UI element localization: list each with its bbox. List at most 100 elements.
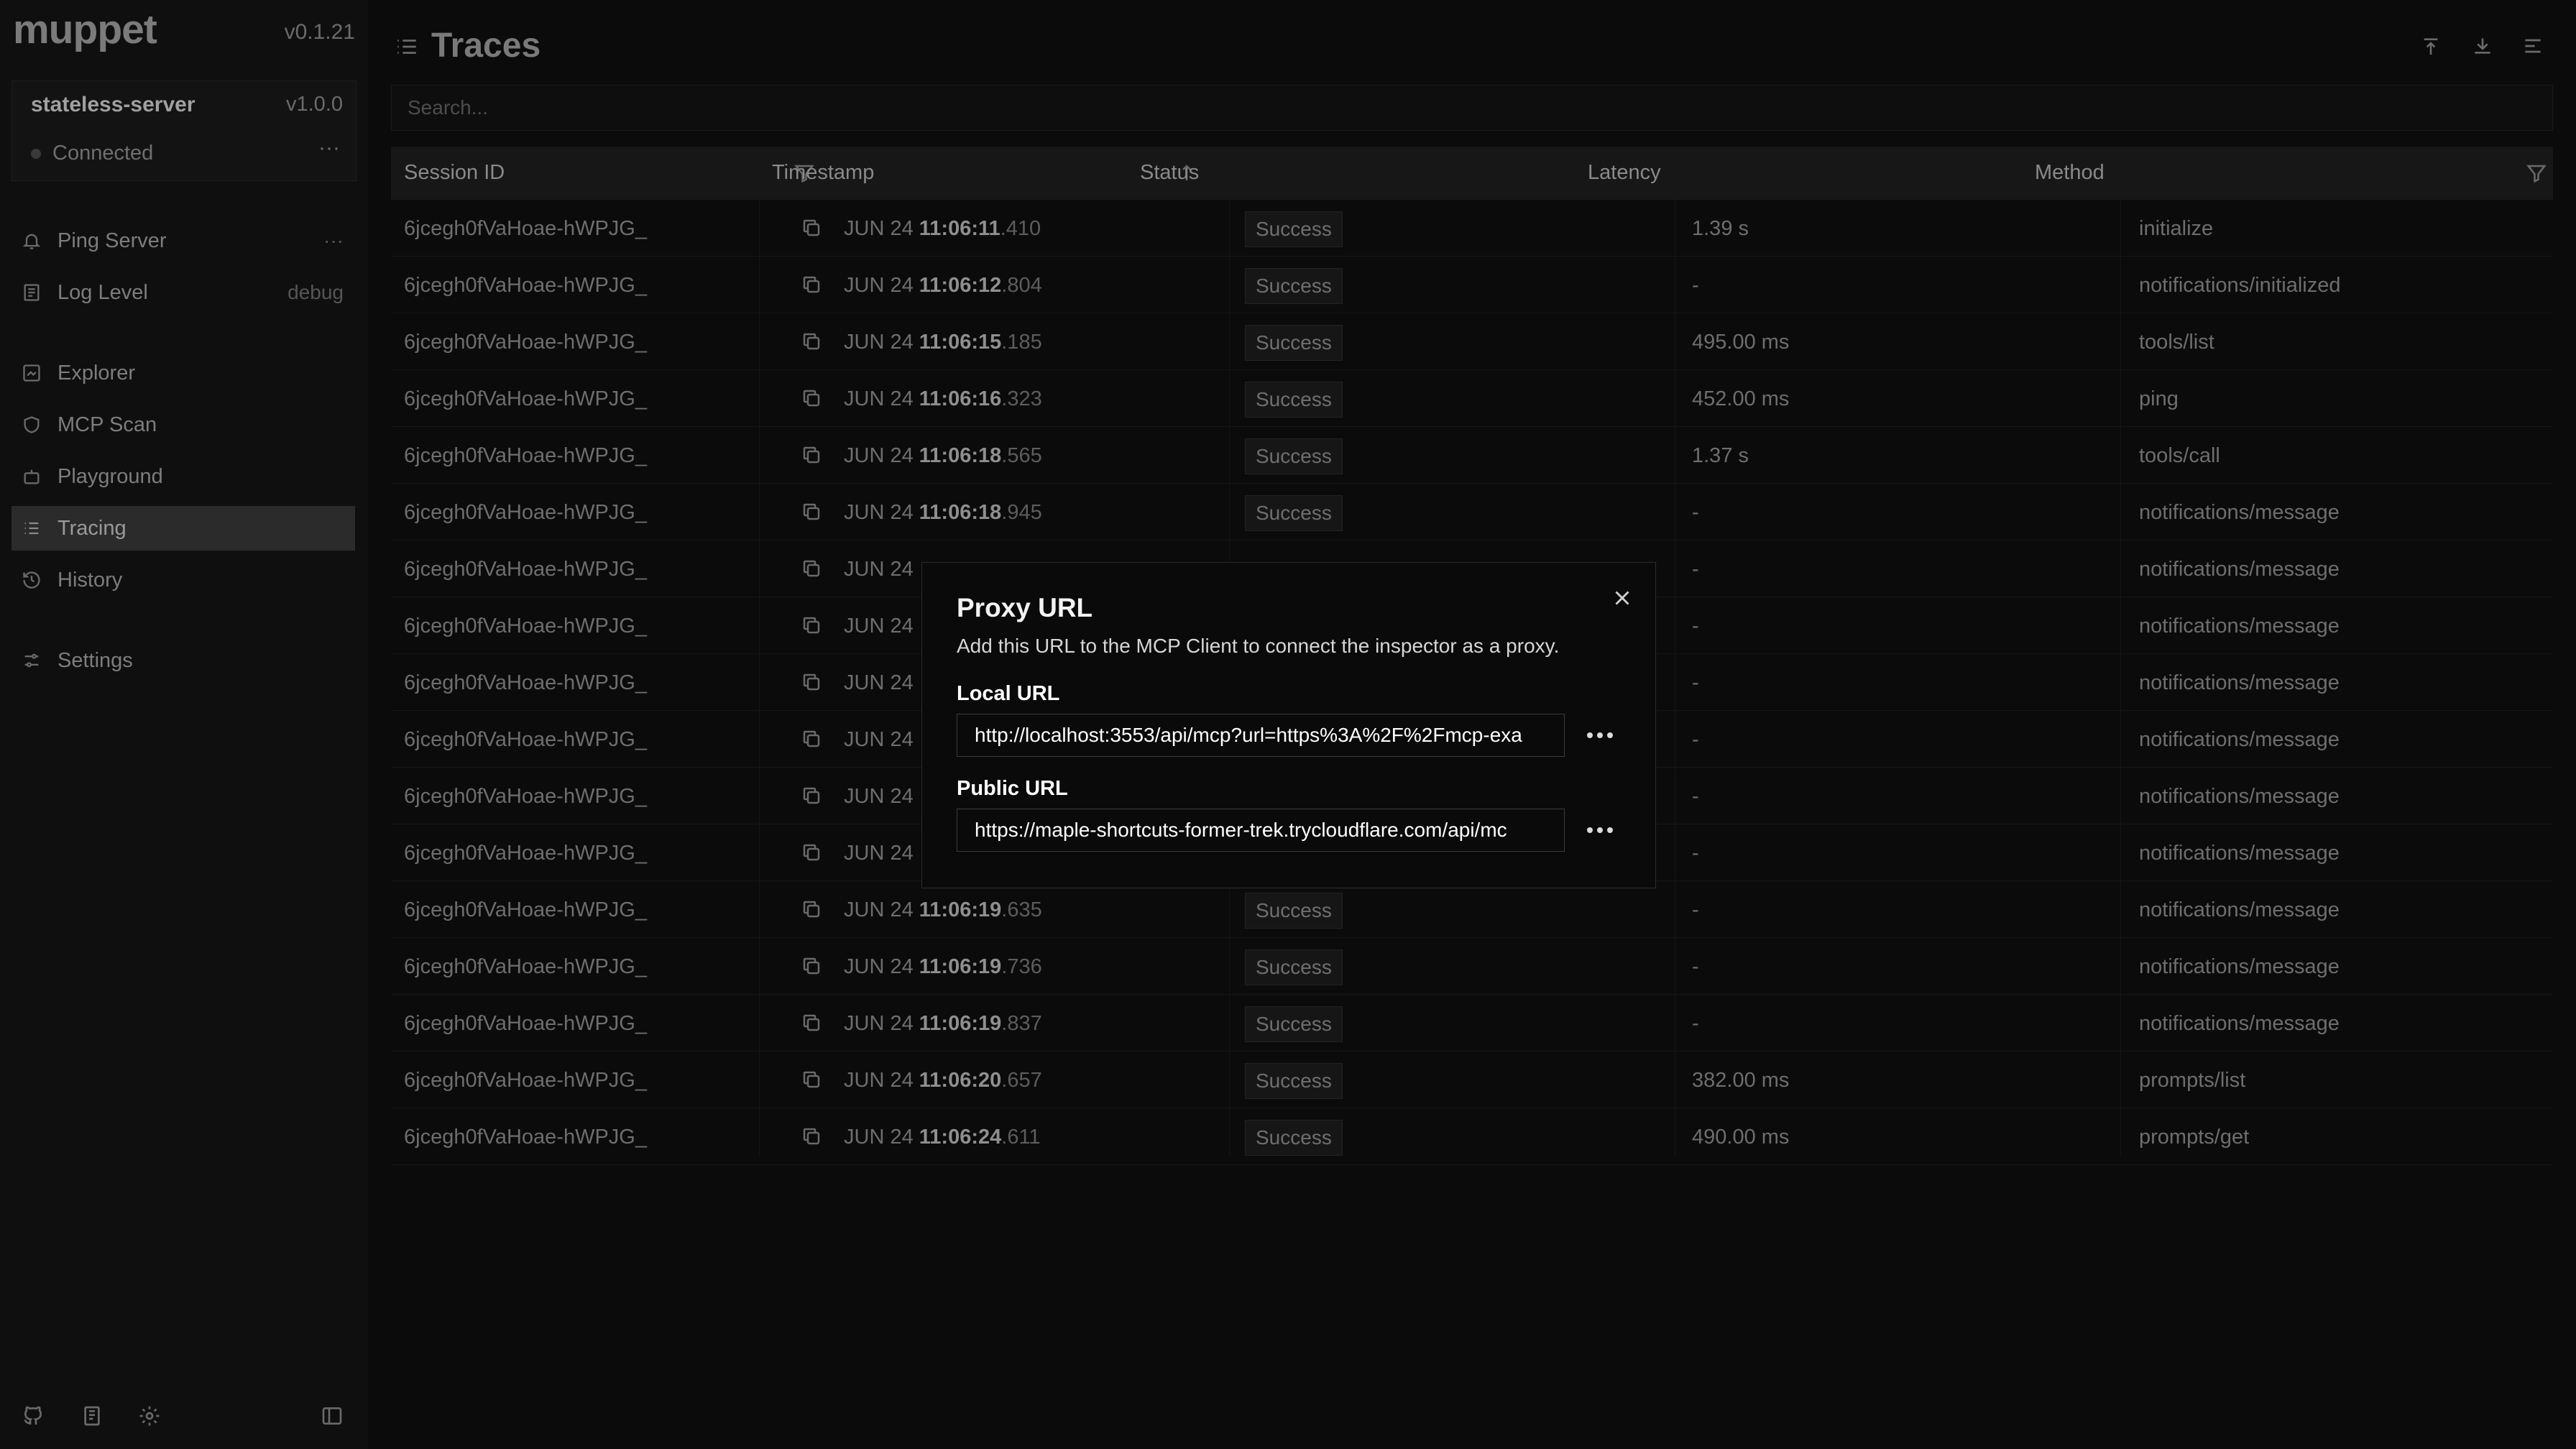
latency-cell: 452.00 ms [1692,387,1790,410]
ping-more-button[interactable]: ··· [323,229,344,252]
session-id-cell: 6jcegh0fVaHoae-hWPJG_ [404,955,647,978]
public-url-field[interactable] [957,809,1565,852]
copy-icon[interactable] [801,331,822,352]
header-latency[interactable]: Latency [1588,161,1661,185]
nav-mcp-scan[interactable]: MCP Scan [12,402,355,447]
table-row[interactable]: 6jcegh0fVaHoae-hWPJG_ JUN 24 11:06:24.611… [391,1108,2553,1165]
list-icon [24,522,39,535]
nav-settings[interactable]: Settings [12,638,355,683]
timestamp-cell: JUN 24 11:06:19.736 [844,955,1042,979]
latency-cell: - [1692,898,1699,921]
timestamp-cell: JUN 24 [844,671,914,695]
timestamp-date: JUN 24 [844,898,914,921]
timestamp-time: 11:06:18 [919,501,1002,524]
nav-tracing[interactable]: Tracing [12,506,355,551]
method-cell: notifications/message [2139,1012,2340,1035]
method-cell: notifications/message [2139,785,2340,808]
latency-cell: - [1692,501,1699,524]
copy-icon[interactable] [801,387,822,409]
copy-icon[interactable] [801,728,822,750]
log-level-value[interactable]: debug [288,281,344,304]
book-icon[interactable] [80,1404,104,1427]
timestamp-cell: JUN 24 11:06:19.635 [844,898,1042,922]
copy-icon[interactable] [801,898,822,920]
timestamp-ms: .657 [1001,1069,1042,1092]
table-row[interactable]: 6jcegh0fVaHoae-hWPJG_ JUN 24 11:06:16.323… [391,370,2553,427]
copy-icon[interactable] [801,1126,822,1147]
session-id-cell: 6jcegh0fVaHoae-hWPJG_ [404,785,647,808]
timestamp-cell: JUN 24 11:06:15.185 [844,331,1042,354]
nav-label: Explorer [58,362,135,385]
session-id-cell: 6jcegh0fVaHoae-hWPJG_ [404,444,647,467]
status-badge: Success [1245,1006,1343,1042]
nav-history[interactable]: History [12,558,355,602]
filter-icon[interactable] [2526,162,2547,184]
copy-icon[interactable] [801,274,822,295]
menu-icon[interactable] [2521,34,2544,58]
search-input[interactable] [391,85,2553,131]
timestamp-date: JUN 24 [844,387,914,410]
copy-icon[interactable] [801,615,822,636]
table-row[interactable]: 6jcegh0fVaHoae-hWPJG_ JUN 24 11:06:15.185… [391,313,2553,370]
table-row[interactable]: 6jcegh0fVaHoae-hWPJG_ JUN 24 11:06:12.804… [391,257,2553,313]
table-row[interactable]: 6jcegh0fVaHoae-hWPJG_ JUN 24 11:06:18.945… [391,484,2553,540]
nav-label: Log Level [58,281,148,304]
copy-icon[interactable] [801,1069,822,1090]
close-icon[interactable] [1610,586,1634,610]
nav-playground[interactable]: Playground [12,454,355,499]
copy-icon[interactable] [801,558,822,579]
timestamp-date: JUN 24 [844,1069,914,1092]
table-row[interactable]: 6jcegh0fVaHoae-hWPJG_ JUN 24 11:06:19.736… [391,938,2553,995]
server-card[interactable]: stateless-server v1.0.0 Connected ··· [12,80,356,181]
table-row[interactable]: 6jcegh0fVaHoae-hWPJG_ JUN 24 11:06:20.657… [391,1052,2553,1108]
header-timestamp[interactable]: Timestamp [772,161,874,185]
session-id-cell: 6jcegh0fVaHoae-hWPJG_ [404,558,647,581]
session-id-cell: 6jcegh0fVaHoae-hWPJG_ [404,671,647,694]
nav-ping-server[interactable]: Ping Server ··· [12,218,355,263]
local-url-field[interactable] [957,714,1565,757]
copy-icon[interactable] [801,955,822,977]
timestamp-cell: JUN 24 [844,558,914,581]
copy-icon[interactable] [801,1012,822,1034]
timestamp-date: JUN 24 [844,1126,914,1149]
copy-icon[interactable] [801,842,822,863]
latency-cell: 382.00 ms [1692,1069,1790,1092]
method-cell: notifications/message [2139,898,2340,921]
local-url-more-button[interactable] [1580,721,1620,750]
nav-explorer[interactable]: Explorer [12,351,355,395]
github-icon[interactable] [22,1404,45,1427]
download-icon[interactable] [2471,34,2494,58]
app-logo: muppet [13,6,157,52]
latency-cell: - [1692,558,1699,581]
header-session-id[interactable]: Session ID [404,161,505,185]
gear-icon[interactable] [138,1404,161,1427]
method-cell: initialize [2139,217,2214,240]
sliders-icon [24,653,39,668]
latency-cell: 490.00 ms [1692,1126,1790,1149]
method-cell: notifications/message [2139,671,2340,694]
timestamp-cell: JUN 24 [844,842,914,865]
status-dot-icon [31,149,41,159]
copy-icon[interactable] [801,444,822,466]
public-url-more-button[interactable] [1580,816,1620,845]
table-row[interactable]: 6jcegh0fVaHoae-hWPJG_ JUN 24 11:06:19.635… [391,881,2553,938]
proxy-icon[interactable] [2419,34,2442,58]
server-more-button[interactable]: ··· [318,136,340,160]
copy-icon[interactable] [801,217,822,239]
copy-icon[interactable] [801,501,822,523]
header-status[interactable]: Status [1140,161,1199,185]
session-id-cell: 6jcegh0fVaHoae-hWPJG_ [404,615,647,638]
table-row[interactable]: 6jcegh0fVaHoae-hWPJG_ JUN 24 11:06:19.837… [391,995,2553,1052]
copy-icon[interactable] [801,671,822,693]
table-row[interactable]: 6jcegh0fVaHoae-hWPJG_ JUN 24 11:06:11.410… [391,200,2553,257]
timestamp-time: 11:06:24 [919,1126,1002,1149]
session-id-cell: 6jcegh0fVaHoae-hWPJG_ [404,274,647,297]
timestamp-time: 11:06:11 [919,217,1000,240]
table-row[interactable]: 6jcegh0fVaHoae-hWPJG_ JUN 24 11:06:18.565… [391,427,2553,484]
method-cell: notifications/message [2139,955,2340,978]
nav-log-level[interactable]: Log Level debug [12,270,355,315]
sidebar-toggle-icon[interactable] [321,1404,344,1427]
header-method[interactable]: Method [2035,161,2104,185]
copy-icon[interactable] [801,785,822,806]
method-cell: tools/list [2139,331,2214,354]
